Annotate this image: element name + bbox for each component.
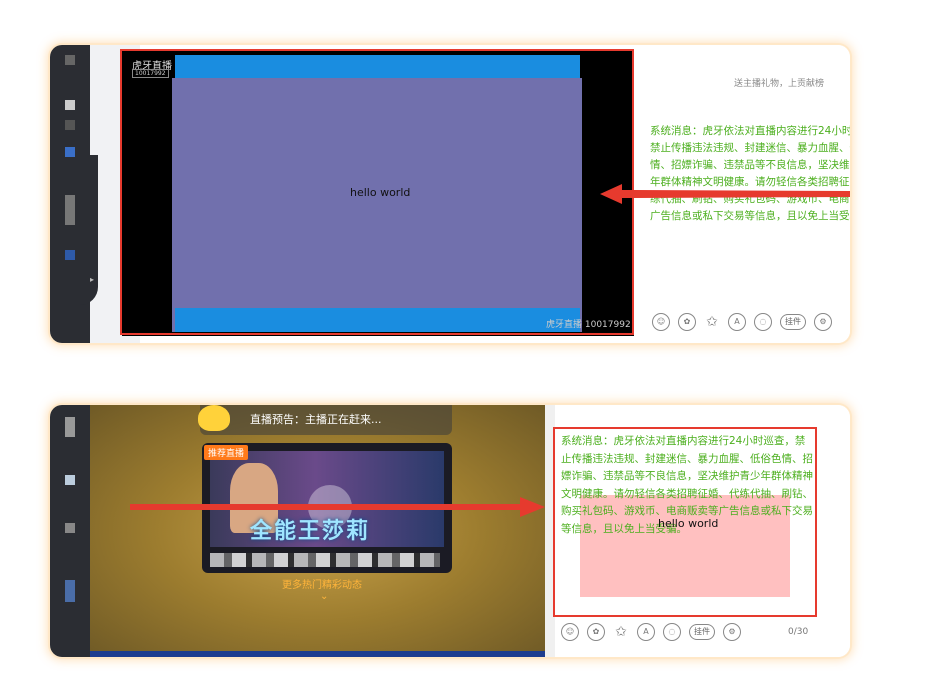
video-watermark: 虎牙直播 10017992 bbox=[546, 320, 631, 330]
chat-toolbar: ☺ ✿ ✩ A ◌ 挂件 ⚙ bbox=[561, 623, 741, 641]
video-top-band bbox=[175, 55, 580, 79]
annotation-box-chat bbox=[553, 427, 817, 617]
more-trending-link[interactable]: 更多热门精彩动态 bbox=[282, 576, 362, 591]
left-sidebar bbox=[50, 405, 90, 657]
video-bottom-band bbox=[175, 308, 580, 332]
arrow-shape bbox=[600, 184, 850, 204]
mascot-icon bbox=[198, 405, 230, 431]
gift-rank-hint[interactable]: 送主播礼物，上贡献榜 bbox=[734, 76, 824, 89]
sidebar-icon[interactable] bbox=[65, 580, 75, 602]
sidebar-expand-icon[interactable]: ▸ bbox=[90, 275, 94, 284]
chevron-down-icon[interactable]: ⌄ bbox=[320, 591, 328, 602]
sidebar-icon[interactable] bbox=[65, 475, 75, 485]
sidebar-icon[interactable] bbox=[65, 250, 75, 260]
emoji-icon[interactable]: ☺ bbox=[652, 313, 670, 331]
badge-icon[interactable]: ✩ bbox=[613, 624, 629, 640]
pendant-button[interactable]: 挂件 bbox=[689, 624, 715, 640]
settings-icon[interactable]: ⚙ bbox=[723, 623, 741, 641]
room-id-badge: 10017992 bbox=[132, 69, 169, 78]
char-counter: 0/30 bbox=[788, 627, 809, 637]
chat-toolbar: ☺ ✿ ✩ A ◌ 挂件 ⚙ bbox=[652, 313, 832, 331]
sidebar-icon[interactable] bbox=[65, 55, 75, 65]
sidebar-icon[interactable] bbox=[65, 100, 75, 110]
sidebar-icon[interactable] bbox=[65, 195, 75, 225]
overlay-text: hello world bbox=[350, 186, 411, 199]
palette-icon[interactable]: ✿ bbox=[678, 313, 696, 331]
sidebar-icon[interactable] bbox=[65, 523, 75, 533]
pixelated-caption bbox=[210, 553, 440, 567]
ab-icon[interactable]: A bbox=[728, 313, 746, 331]
bubble-icon[interactable]: ◌ bbox=[663, 623, 681, 641]
pendant-button[interactable]: 挂件 bbox=[780, 314, 806, 330]
bubble-icon[interactable]: ◌ bbox=[754, 313, 772, 331]
annotation-arrow-top bbox=[600, 184, 850, 204]
sidebar-curve bbox=[80, 155, 98, 305]
sidebar-icon[interactable] bbox=[65, 120, 75, 130]
overlay-highlight bbox=[172, 78, 582, 332]
sidebar-icon[interactable] bbox=[65, 147, 75, 157]
emoji-icon[interactable]: ☺ bbox=[561, 623, 579, 641]
settings-icon[interactable]: ⚙ bbox=[814, 313, 832, 331]
chat-panel: 系统消息：虎牙依法对直播内容进行24小时巡查，禁止传播违法违规、封建迷信、暴力血… bbox=[545, 405, 850, 657]
recommend-tag: 推荐直播 bbox=[204, 445, 249, 460]
offline-room-scene: 直播预告：主播正在赶来... 全能王莎莉 推荐直播 更多热门精彩动态 ⌄ bbox=[90, 405, 545, 657]
badge-icon[interactable]: ✩ bbox=[704, 314, 720, 330]
ab-icon[interactable]: A bbox=[637, 623, 655, 641]
bottom-bar bbox=[90, 651, 545, 657]
screenshot-panel-bottom: ▸ 直播预告：主播正在赶来... 全能王莎莉 推荐直播 更多热门精彩动态 ⌄ 系… bbox=[50, 405, 850, 657]
annotation-arrow-bottom bbox=[130, 497, 545, 517]
sidebar-icon[interactable] bbox=[65, 417, 75, 437]
stream-title-art: 全能王莎莉 bbox=[250, 519, 371, 544]
system-message: 系统消息：虎牙依法对直播内容进行24小时巡查，禁止传播违法违规、封建迷信、暴力血… bbox=[650, 125, 850, 222]
live-notice: 直播预告：主播正在赶来... bbox=[250, 413, 382, 426]
palette-icon[interactable]: ✿ bbox=[587, 623, 605, 641]
arrow-shape bbox=[130, 497, 545, 517]
